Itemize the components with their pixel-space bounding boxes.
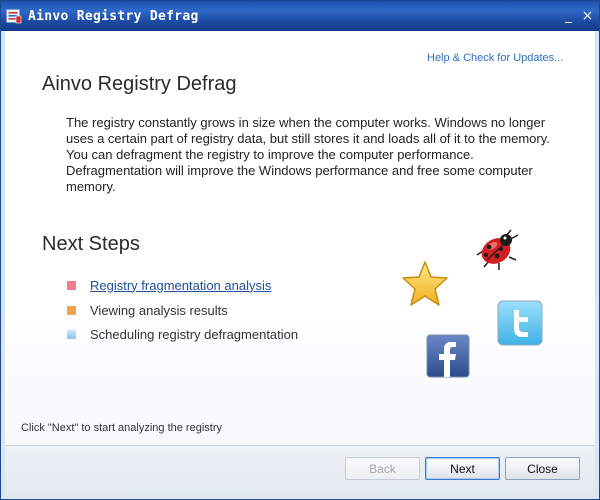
close-button[interactable]: Close <box>505 457 580 480</box>
registry-app-icon <box>6 9 22 24</box>
close-window-button[interactable]: × <box>581 9 594 23</box>
facebook-icon <box>426 334 470 378</box>
step-item-results: Viewing analysis results <box>67 302 228 318</box>
status-text: Click "Next" to start analyzing the regi… <box>21 422 222 434</box>
window-title: Ainvo Registry Defrag <box>28 9 199 24</box>
step-label-results: Viewing analysis results <box>90 302 228 318</box>
step-label-analysis[interactable]: Registry fragmentation analysis <box>90 278 271 293</box>
help-updates-link[interactable]: Help & Check for Updates... <box>427 52 563 64</box>
step-bullet <box>67 280 76 290</box>
ladybug-icon <box>476 229 519 270</box>
step-label-scheduling: Scheduling registry defragmentation <box>90 326 299 342</box>
next-button[interactable]: Next <box>425 457 500 480</box>
step-bullet <box>67 305 76 315</box>
title-bar[interactable]: Ainvo Registry Defrag _ × <box>1 1 599 31</box>
minimize-button[interactable]: _ <box>562 10 575 23</box>
description-text: The registry constantly grows in size wh… <box>66 115 550 194</box>
twitter-icon <box>497 300 543 346</box>
step-bullet <box>67 329 76 339</box>
step-item-analysis[interactable]: Registry fragmentation analysis <box>67 277 271 293</box>
page-title: Ainvo Registry Defrag <box>42 73 237 95</box>
star-icon <box>402 261 448 306</box>
main-window: Ainvo Registry Defrag _ × Help & Check f… <box>0 0 600 500</box>
back-button[interactable]: Back <box>345 457 420 480</box>
step-item-scheduling: Scheduling registry defragmentation <box>67 326 298 342</box>
content-area: Help & Check for Updates... Ainvo Regist… <box>1 31 599 499</box>
next-steps-heading: Next Steps <box>42 233 140 255</box>
